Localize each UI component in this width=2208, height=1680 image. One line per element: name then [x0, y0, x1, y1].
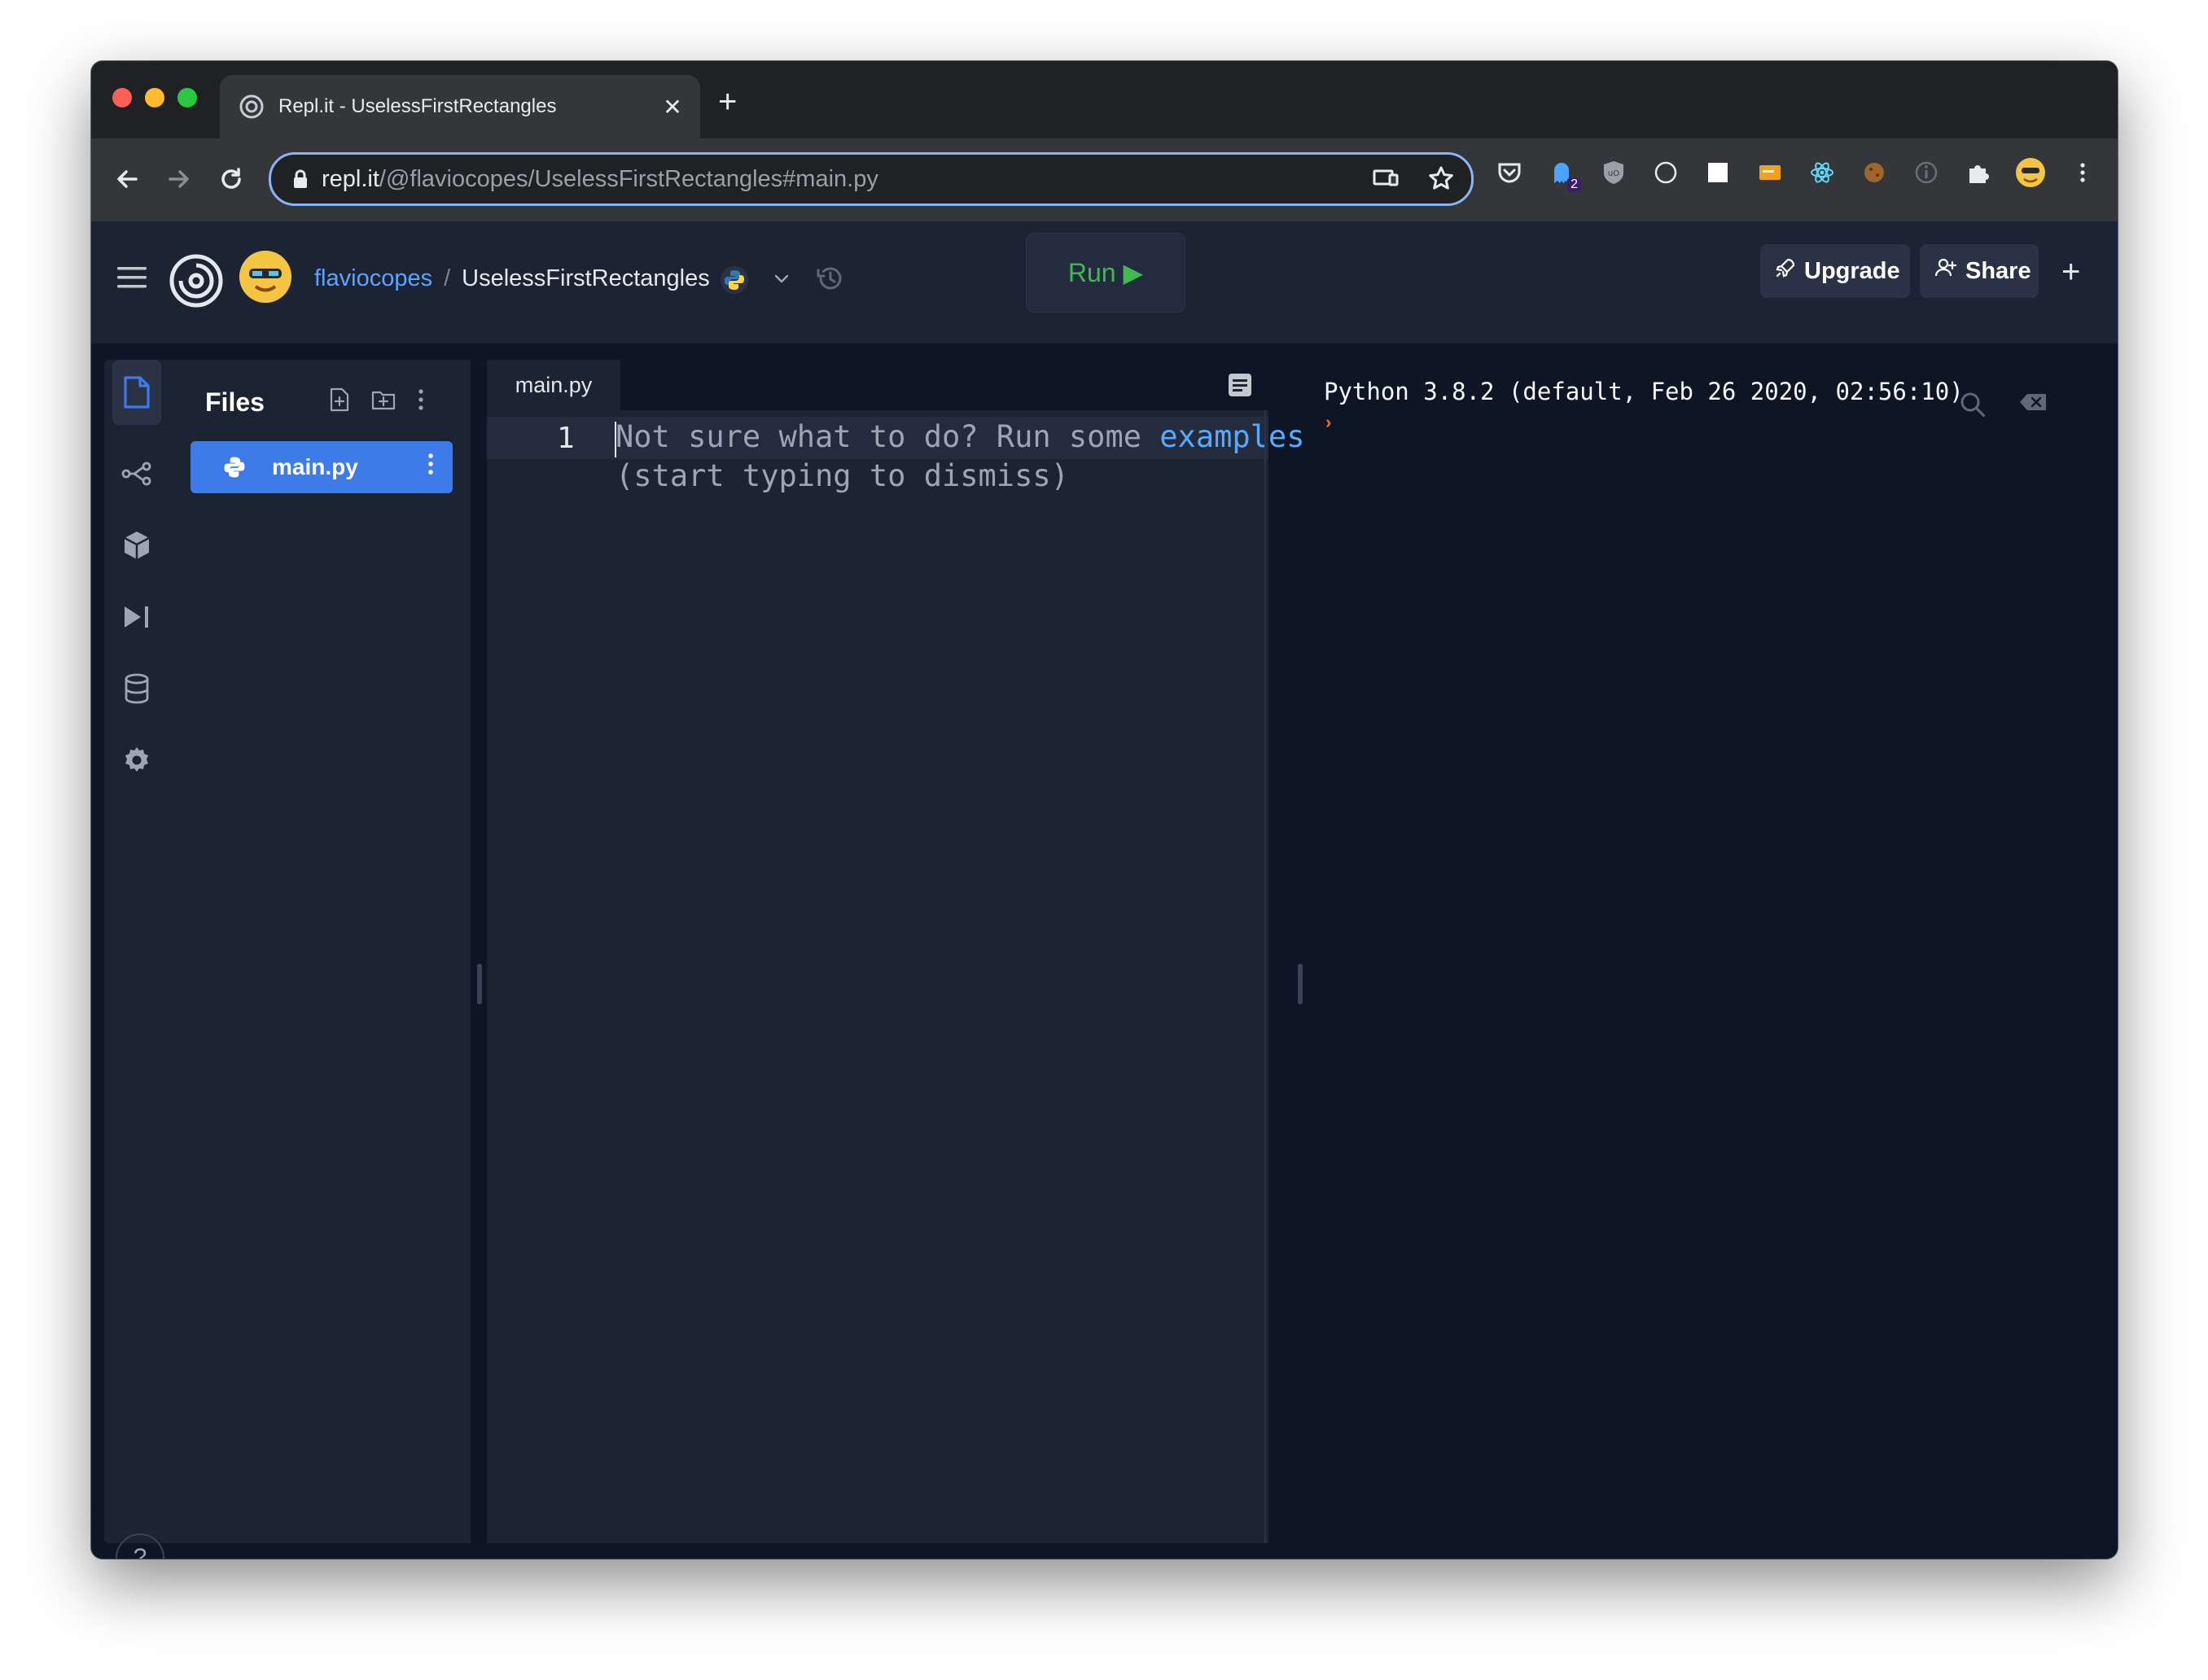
browser-toolbar: repl.it/@flaviocopes/UselessFirstRectang…	[91, 138, 2118, 221]
sidebar-rail: ?	[104, 360, 169, 1559]
clear-console-icon[interactable]	[2017, 391, 2048, 422]
replit-logo-icon[interactable]	[169, 254, 223, 312]
profile-avatar-icon[interactable]	[2013, 155, 2048, 190]
bookmark-star-icon[interactable]	[1427, 164, 1455, 199]
files-title: Files	[205, 387, 265, 417]
ublock-extension-icon[interactable]: uO	[1596, 155, 1632, 190]
tab-strip: Repl.it - UselessFirstRectangles ✕ +	[91, 61, 2118, 138]
browser-tab[interactable]: Repl.it - UselessFirstRectangles ✕	[220, 75, 700, 138]
search-icon[interactable]	[1959, 391, 1987, 422]
share-label: Share	[1965, 257, 2031, 284]
extension-badge: 2	[1567, 177, 1581, 192]
username-link[interactable]: flaviocopes	[314, 265, 432, 292]
file-menu-icon[interactable]	[427, 451, 435, 483]
cast-icon[interactable]	[1372, 164, 1400, 199]
add-user-icon	[1934, 257, 1957, 285]
extensions-puzzle-icon[interactable]	[1960, 155, 1996, 190]
cookie-extension-icon[interactable]	[1856, 155, 1892, 190]
code-editor: main.py 1 Not sure what to do? Run some …	[487, 360, 1305, 1543]
close-window-button[interactable]	[112, 88, 132, 107]
pocket-extension-icon[interactable]	[1492, 155, 1527, 190]
python-language-icon[interactable]	[720, 265, 749, 299]
packages-cube-icon[interactable]	[112, 521, 161, 570]
rocket-icon	[1775, 257, 1796, 285]
square-extension-icon[interactable]	[1700, 155, 1736, 190]
files-more-icon[interactable]	[417, 387, 425, 416]
replit-favicon-icon	[239, 94, 264, 119]
history-icon[interactable]	[814, 262, 847, 299]
database-icon[interactable]	[112, 664, 161, 713]
examples-link[interactable]: examples	[1159, 419, 1304, 454]
share-button[interactable]: Share	[1920, 244, 2039, 298]
console-panel[interactable]: Python 3.8.2 (default, Feb 26 2020, 02:5…	[1306, 360, 2097, 1543]
chevron-down-icon[interactable]	[772, 269, 791, 292]
editor-resize-handle[interactable]	[1298, 964, 1303, 1004]
run-button[interactable]: Run ▶	[1026, 233, 1185, 313]
back-icon[interactable]	[111, 163, 143, 195]
settings-gear-icon[interactable]	[112, 736, 161, 785]
chrome-menu-icon[interactable]	[2065, 155, 2101, 190]
files-resize-handle[interactable]	[477, 964, 482, 1004]
code-area[interactable]: 1 Not sure what to do? Run some examples…	[487, 410, 1305, 1543]
editor-tab-main-py[interactable]: main.py	[487, 360, 620, 412]
editor-ruler	[1264, 410, 1266, 1543]
new-tab-button[interactable]: +	[718, 85, 737, 118]
files-panel: Files main.py	[169, 360, 471, 1543]
card-extension-icon[interactable]	[1752, 155, 1788, 190]
tab-close-icon[interactable]: ✕	[656, 94, 689, 120]
version-control-icon[interactable]	[112, 449, 161, 498]
files-icon[interactable]	[112, 360, 161, 425]
browser-window: Repl.it - UselessFirstRectangles ✕ + rep…	[91, 61, 2118, 1559]
upgrade-label: Upgrade	[1804, 257, 1900, 284]
console-banner: Python 3.8.2 (default, Feb 26 2020, 02:5…	[1324, 378, 1964, 405]
placeholder-line-1: Not sure what to do? Run some examples	[616, 419, 1305, 454]
forward-icon[interactable]	[163, 163, 195, 195]
extensions-row: 2 uO	[1492, 155, 2101, 192]
url-path: /@flaviocopes/UselessFirstRectangles#mai…	[379, 165, 878, 192]
new-folder-icon[interactable]	[371, 388, 396, 415]
breadcrumb: flaviocopes / UselessFirstRectangles	[314, 265, 710, 292]
svg-text:uO: uO	[1608, 169, 1619, 178]
file-name: main.py	[272, 454, 358, 479]
files-actions	[329, 387, 425, 416]
maximize-window-button[interactable]	[177, 88, 197, 107]
workspace: ? Files main.py main.py 1 Not sure what …	[91, 345, 2118, 1559]
breadcrumb-separator: /	[444, 265, 451, 291]
editor-options-icon[interactable]	[1226, 371, 1254, 403]
add-pane-button[interactable]: +	[2061, 254, 2080, 291]
help-button[interactable]: ?	[116, 1533, 164, 1559]
new-file-icon[interactable]	[329, 387, 350, 416]
debugger-icon[interactable]	[112, 593, 161, 641]
file-item-main-py[interactable]: main.py	[191, 441, 453, 493]
project-name[interactable]: UselessFirstRectangles	[462, 265, 710, 292]
python-file-icon	[221, 454, 248, 480]
tab-title: Repl.it - UselessFirstRectangles	[278, 95, 557, 117]
user-avatar[interactable]	[239, 251, 291, 303]
menu-hamburger-icon[interactable]	[116, 264, 148, 295]
console-actions	[1959, 391, 2048, 422]
react-devtools-icon[interactable]	[1804, 155, 1840, 190]
line-number: 1	[557, 422, 575, 455]
lock-icon	[292, 169, 309, 189]
url-host: repl.it	[322, 165, 379, 192]
console-prompt: ›	[1325, 412, 1332, 432]
info-extension-icon[interactable]	[1908, 155, 1944, 190]
placeholder-text: Not sure what to do? Run some	[616, 419, 1160, 454]
upgrade-button[interactable]: Upgrade	[1760, 244, 1910, 298]
placeholder-line-2: (start typing to dismiss)	[616, 458, 1069, 493]
reload-icon[interactable]	[215, 163, 248, 195]
circle-extension-icon[interactable]	[1648, 155, 1684, 190]
ghostery-extension-icon[interactable]: 2	[1544, 155, 1581, 192]
minimize-window-button[interactable]	[145, 88, 164, 107]
address-bar[interactable]: repl.it/@flaviocopes/UselessFirstRectang…	[269, 152, 1474, 206]
repl-header: flaviocopes / UselessFirstRectangles Run…	[91, 221, 2118, 345]
